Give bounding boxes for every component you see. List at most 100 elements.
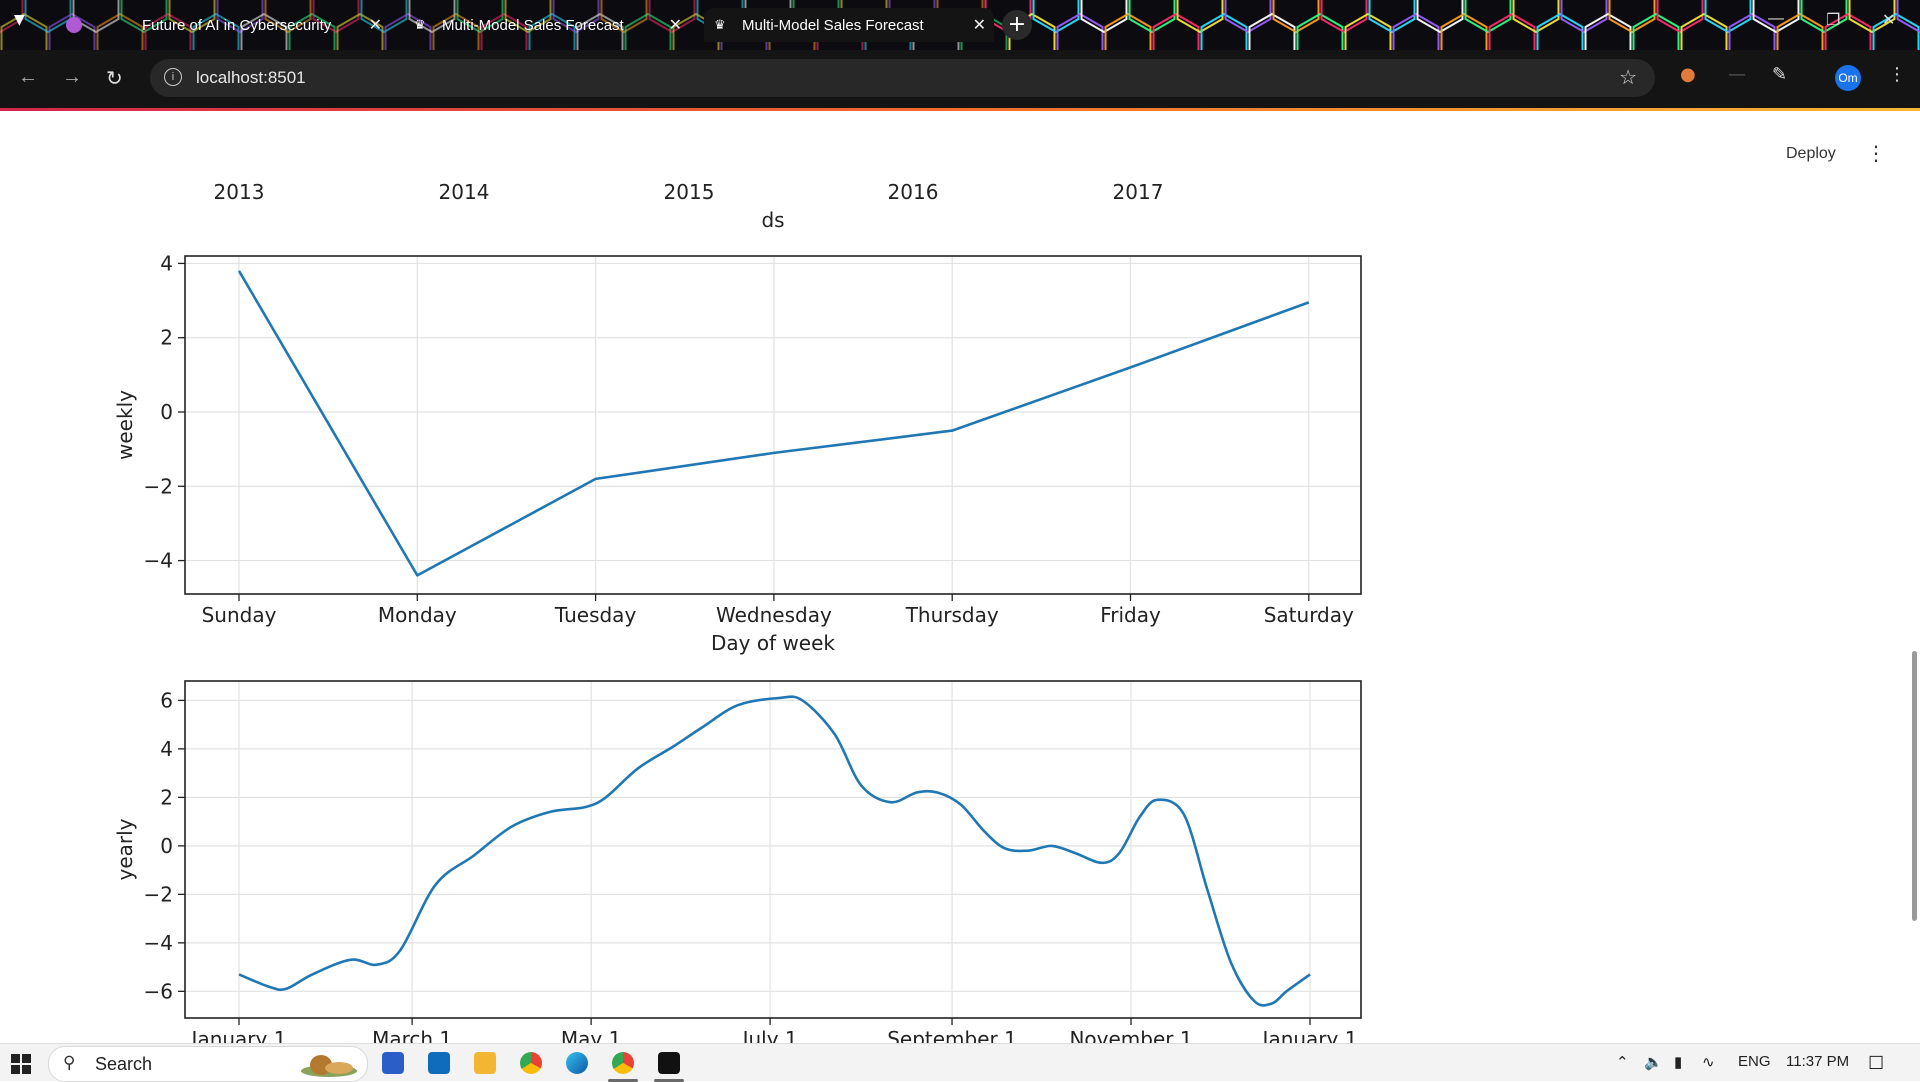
cookie-extension-icon[interactable]: ● — [1680, 64, 1696, 85]
hexagon-decoration — [1418, 0, 1463, 32]
trend-x-tick-label: 2016 — [888, 180, 939, 204]
weekly-x-tick-label: Monday — [378, 603, 457, 627]
new-tab-button[interactable]: + — [1002, 10, 1032, 40]
trend-x-tick-label: 2014 — [439, 180, 490, 204]
hexagon-decoration — [1658, 0, 1703, 32]
browser-title-bar: ▼ Future of AI in Cybersecurity ✕ ♛ Mult… — [0, 0, 1920, 50]
tab-search-dropdown-icon[interactable]: ▼ — [14, 12, 25, 28]
hexagon-decoration — [1346, 14, 1391, 50]
close-window-icon[interactable]: ✕ — [1882, 10, 1895, 30]
yearly-y-tick-label: 2 — [160, 785, 173, 809]
tab-sales-forecast-active[interactable]: ♛ Multi-Model Sales Forecast ✕ — [704, 8, 994, 42]
hexagon-decoration — [1130, 0, 1175, 32]
yearly-y-tick-label: −4 — [144, 931, 173, 955]
app-menu-icon[interactable]: ⋮ — [1866, 141, 1886, 165]
hexagon-decoration — [1106, 14, 1151, 50]
reload-icon[interactable]: ↻ — [106, 66, 123, 91]
battery-icon[interactable]: ▮ — [1674, 1053, 1682, 1071]
url-text: localhost:8501 — [196, 68, 306, 88]
notifications-icon[interactable]: ☐ — [1868, 1053, 1884, 1074]
yearly-y-tick-label: 0 — [160, 834, 173, 858]
tab-sales-forecast-1[interactable]: ♛ Multi-Model Sales Forecast ✕ — [410, 8, 690, 42]
search-label: Search — [95, 1054, 152, 1075]
address-bar[interactable]: i localhost:8501 ☆ — [150, 59, 1655, 97]
site-info-icon[interactable]: i — [164, 68, 182, 86]
tab-future-of-ai[interactable]: Future of AI in Cybersecurity ✕ — [60, 8, 390, 42]
trend-x-axis-label: ds — [761, 208, 784, 232]
yearly-y-tick-label: 6 — [160, 688, 173, 712]
close-tab-icon[interactable]: ✕ — [669, 15, 682, 35]
tab-title: Multi-Model Sales Forecast — [742, 17, 924, 34]
yearly-x-tick-label: July 1 — [741, 1027, 798, 1043]
hexagon-decoration — [1082, 0, 1127, 32]
extension-icon[interactable]: — — [1728, 64, 1746, 85]
yearly-x-tick-label: January 1 — [190, 1027, 287, 1043]
yearly-y-axis-label: yearly — [113, 818, 137, 880]
hexagon-decoration — [1538, 14, 1583, 50]
crown-favicon-icon: ♛ — [714, 17, 730, 33]
taskbar-pycharm-icon[interactable] — [658, 1052, 680, 1074]
taskbar-edge-icon[interactable] — [566, 1052, 588, 1074]
weekly-x-tick-label: Saturday — [1264, 603, 1354, 627]
crown-favicon-icon: ♛ — [414, 17, 430, 33]
hexagon-decoration — [1682, 14, 1727, 50]
weekly-x-tick-label: Friday — [1100, 603, 1161, 627]
hexagon-decoration — [1562, 0, 1607, 32]
hexagon-decoration — [1514, 0, 1559, 32]
deploy-button[interactable]: Deploy — [1786, 145, 1836, 163]
hexagon-decoration — [1298, 14, 1343, 50]
taskbar-outlook-icon[interactable] — [428, 1052, 450, 1074]
hexagon-decoration — [1034, 0, 1079, 32]
weekly-y-axis-label: weekly — [113, 390, 137, 460]
taskbar-chrome-active-icon[interactable] — [612, 1052, 634, 1074]
hexagon-decoration — [1226, 0, 1271, 32]
taskbar-file-explorer-icon[interactable] — [474, 1052, 496, 1074]
weekly-x-tick-label: Wednesday — [716, 603, 832, 627]
hexagon-decoration — [1442, 14, 1487, 50]
minimize-icon[interactable]: — — [1768, 10, 1784, 28]
weekly-y-tick-label: −2 — [144, 474, 173, 498]
hexagon-decoration — [1394, 14, 1439, 50]
browser-menu-icon[interactable]: ⋮ — [1888, 64, 1906, 85]
forecast-components-figure: 20132014201520162017ds420−2−4weeklySunda… — [0, 111, 1400, 1043]
weekly-x-tick-label: Thursday — [905, 603, 999, 627]
weekly-y-tick-label: 0 — [160, 400, 173, 424]
hexagon-decoration — [1250, 14, 1295, 50]
trend-x-tick-label: 2015 — [664, 180, 715, 204]
wifi-icon[interactable]: ∿ — [1702, 1053, 1715, 1071]
language-indicator[interactable]: ENG — [1738, 1053, 1771, 1070]
yearly-x-tick-label: March 1 — [372, 1027, 452, 1043]
yearly-x-tick-label: September 1 — [887, 1027, 1017, 1043]
tab-title: Future of AI in Cybersecurity — [142, 17, 331, 34]
hexagon-decoration — [1778, 14, 1823, 50]
hexagon-decoration — [1610, 0, 1655, 32]
trend-x-tick-label: 2013 — [214, 180, 265, 204]
restore-icon[interactable]: ❐ — [1826, 10, 1840, 30]
yearly-plot-frame — [185, 681, 1361, 1018]
back-icon[interactable]: ← — [18, 66, 38, 89]
close-tab-icon[interactable]: ✕ — [973, 15, 986, 35]
taskbar-chrome-icon[interactable] — [520, 1052, 542, 1074]
hexagon-decoration — [1274, 0, 1319, 32]
page-scrollbar[interactable] — [1912, 651, 1917, 921]
extensions-puzzle-icon[interactable]: ✎ — [1772, 64, 1787, 85]
search-icon: ⚲ — [63, 1053, 75, 1073]
yearly-series-line — [239, 697, 1310, 1006]
taskbar-clock[interactable]: 11:37 PM — [1786, 1053, 1849, 1070]
hexagon-decoration — [1634, 14, 1679, 50]
windows-start-icon[interactable] — [11, 1054, 31, 1074]
trend-x-tick-label: 2017 — [1113, 180, 1164, 204]
tray-overflow-icon[interactable]: ⌃ — [1616, 1053, 1629, 1071]
forward-icon[interactable]: → — [62, 66, 82, 89]
volume-icon[interactable]: 🔈 — [1644, 1053, 1663, 1071]
browser-toolbar: ← → ↻ i localhost:8501 ☆ ● — ✎ Om ⋮ — [0, 50, 1920, 108]
hexagon-decoration — [1322, 0, 1367, 32]
taskbar-store-icon[interactable] — [382, 1052, 404, 1074]
hexagon-decoration — [1154, 14, 1199, 50]
taskbar-search-box[interactable]: ⚲ Search — [48, 1046, 368, 1082]
profile-avatar[interactable]: Om — [1835, 65, 1861, 91]
hexagon-decoration — [1202, 14, 1247, 50]
tab-favicon-icon — [66, 17, 82, 33]
close-tab-icon[interactable]: ✕ — [369, 15, 382, 35]
bookmark-star-icon[interactable]: ☆ — [1619, 65, 1637, 89]
